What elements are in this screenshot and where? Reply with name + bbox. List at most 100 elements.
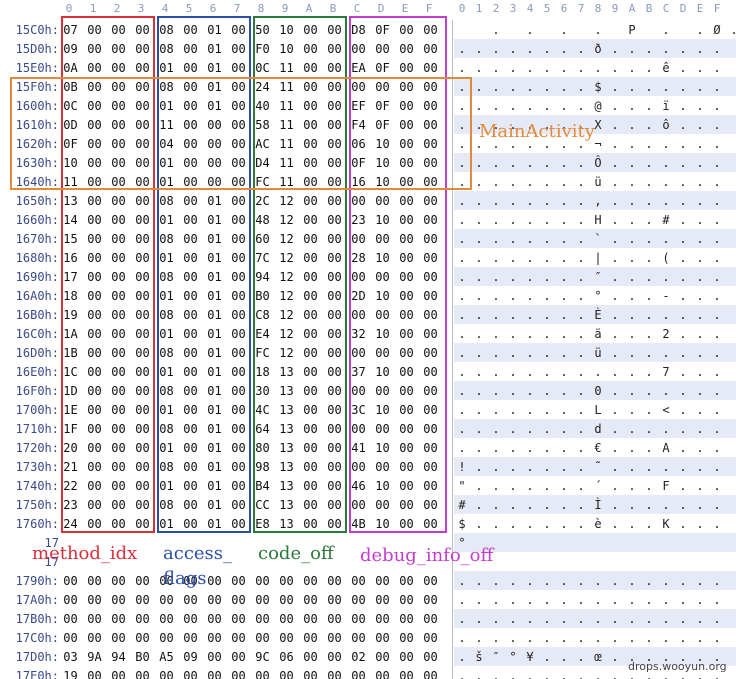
ascii-char[interactable]: . [710,289,724,303]
ascii-char[interactable]: . [642,346,656,360]
ascii-char[interactable]: . [676,403,690,417]
hex-byte[interactable]: 00 [301,137,320,151]
ascii-char[interactable]: . [693,631,707,645]
hex-byte[interactable]: 00 [85,517,104,531]
hex-byte[interactable]: 00 [301,213,320,227]
ascii-char[interactable]: . [540,365,554,379]
hex-byte[interactable]: 00 [181,251,200,265]
hex-byte[interactable]: 4B [349,517,368,531]
hex-byte[interactable]: 00 [325,460,344,474]
hex-byte[interactable]: 00 [301,42,320,56]
ascii-char[interactable]: . [523,175,537,189]
hex-byte[interactable]: 00 [301,156,320,170]
hex-byte[interactable]: 00 [205,612,224,626]
hex-byte[interactable]: 00 [349,593,368,607]
ascii-char[interactable]: . [642,289,656,303]
hex-byte[interactable]: 00 [85,308,104,322]
hex-byte[interactable]: 01 [205,479,224,493]
hex-byte[interactable]: 00 [397,137,416,151]
ascii-char[interactable]: . [540,517,554,531]
hex-row[interactable]: 15C0h: 07 00 00 00 08 00 01 00 50 10 00 00 D8 0F 00 00..… [0,20,736,39]
hex-byte[interactable]: 00 [109,365,128,379]
ascii-char[interactable]: . [472,99,486,113]
ascii-char[interactable]: . [557,384,571,398]
ascii-char[interactable]: . [540,460,554,474]
hex-byte[interactable]: 13 [277,460,296,474]
hex-byte[interactable]: 00 [229,23,248,37]
hex-byte[interactable]: 00 [397,441,416,455]
hex-byte[interactable]: 00 [181,441,200,455]
ascii-char[interactable]: . [710,156,724,170]
hex-byte[interactable]: F0 [253,42,272,56]
ascii-char[interactable]: . [523,479,537,493]
ascii-char[interactable]: " [455,479,469,493]
hex-byte[interactable]: 00 [325,213,344,227]
hex-byte[interactable]: 58 [253,118,272,132]
hex-byte[interactable]: 00 [181,517,200,531]
ascii-char[interactable]: . [591,61,605,75]
hex-byte[interactable]: 00 [229,669,248,679]
ascii-char[interactable]: . [642,631,656,645]
ascii-char[interactable]: . [693,308,707,322]
hex-byte[interactable]: 00 [205,137,224,151]
hex-byte[interactable]: 00 [397,365,416,379]
ascii-char[interactable]: . [659,137,673,151]
ascii-char[interactable]: . [574,61,588,75]
hex-byte[interactable]: EF [349,99,368,113]
hex-byte[interactable]: 7C [253,251,272,265]
hex-byte[interactable]: 46 [349,479,368,493]
ascii-char[interactable]: . [472,346,486,360]
hex-byte[interactable]: 00 [85,194,104,208]
hex-byte[interactable]: 00 [133,23,152,37]
hex-byte[interactable]: 00 [133,308,152,322]
ascii-char[interactable]: . [574,365,588,379]
ascii-char[interactable]: . [557,61,571,75]
hex-byte[interactable]: 00 [85,213,104,227]
hex-byte[interactable]: 01 [205,327,224,341]
ascii-char[interactable]: . [659,384,673,398]
hex-row[interactable]: 16E0h: 1C 00 00 00 01 00 01 00 18 13 00 00 37 10 00 00..… [0,362,736,381]
hex-byte[interactable]: 00 [85,460,104,474]
ascii-char[interactable]: . [472,631,486,645]
hex-byte[interactable]: 00 [421,308,440,322]
hex-byte[interactable]: 00 [109,403,128,417]
hex-byte[interactable]: 00 [421,270,440,284]
ascii-char[interactable]: . [676,156,690,170]
ascii-char[interactable]: . [642,422,656,436]
hex-row[interactable]: 16C0h: 1A 00 00 00 01 00 01 00 E4 12 00 00 32 10 00 00..… [0,324,736,343]
ascii-char[interactable]: . [642,251,656,265]
hex-byte[interactable]: 00 [133,232,152,246]
hex-byte[interactable]: 00 [421,251,440,265]
ascii-char[interactable]: . [489,517,503,531]
ascii-char[interactable]: . [557,631,571,645]
ascii-char[interactable]: . [625,270,639,284]
hex-byte[interactable]: 00 [325,42,344,56]
hex-byte[interactable]: 00 [85,270,104,284]
hex-byte[interactable]: 00 [373,308,392,322]
ascii-char[interactable]: . [540,441,554,455]
hex-byte[interactable]: 00 [301,593,320,607]
hex-byte[interactable]: 00 [157,631,176,645]
hex-byte[interactable]: 00 [373,593,392,607]
hex-byte[interactable]: 00 [205,631,224,645]
hex-byte[interactable]: 00 [205,156,224,170]
ascii-char[interactable]: ″ [489,650,503,664]
ascii-char[interactable]: . [557,479,571,493]
ascii-char[interactable]: . [591,365,605,379]
ascii-char[interactable]: . [625,80,639,94]
ascii-char[interactable]: Ô [591,156,605,170]
ascii-char[interactable]: . [540,612,554,626]
ascii-char[interactable]: . [642,99,656,113]
ascii-char[interactable]: . [608,232,622,246]
ascii-char[interactable]: . [540,42,554,56]
ascii-char[interactable]: . [489,403,503,417]
hex-byte[interactable]: 00 [181,289,200,303]
hex-byte[interactable]: 00 [373,631,392,645]
ascii-char[interactable]: . [710,574,724,588]
hex-byte[interactable]: 98 [253,460,272,474]
ascii-char[interactable]: . [659,80,673,94]
hex-byte[interactable]: 00 [229,346,248,360]
hex-byte[interactable]: 00 [301,479,320,493]
hex-byte[interactable]: 11 [277,80,296,94]
ascii-char[interactable]: . [676,232,690,246]
